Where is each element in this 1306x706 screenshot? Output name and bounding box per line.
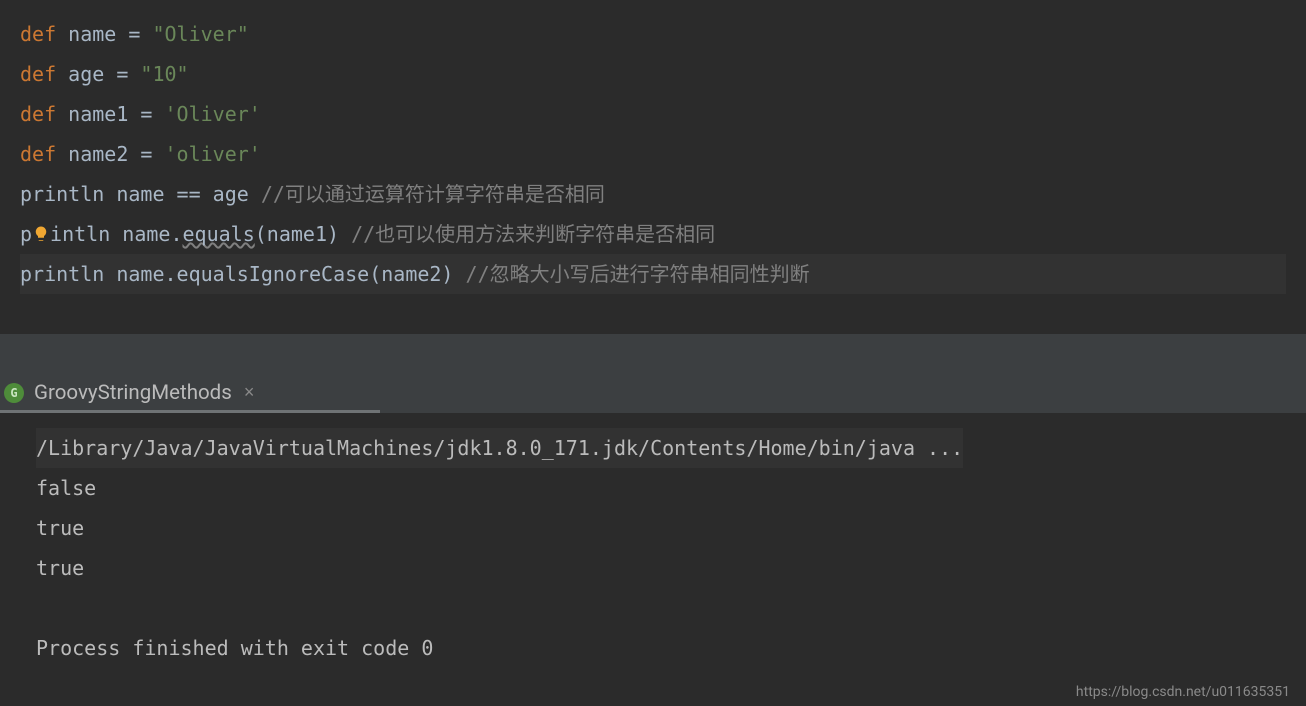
code-token: println name == age (20, 182, 261, 206)
code-token: name1 = (68, 102, 164, 126)
groovy-file-icon: G (4, 383, 24, 403)
code-token: println name.equalsIgnoreCase(name2) (20, 262, 466, 286)
code-line[interactable]: p intln name.equals(name1) //也可以使用方法来判断字符… (20, 214, 1286, 254)
code-line[interactable]: def name1 = 'Oliver' (20, 94, 1286, 134)
code-token: //忽略大小写后进行字符串相同性判断 (466, 262, 810, 286)
code-token: //也可以使用方法来判断字符串是否相同 (351, 222, 715, 246)
console-line (36, 588, 1270, 628)
panel-divider (0, 334, 1306, 372)
watermark-text: https://blog.csdn.net/u011635351 (1076, 684, 1290, 700)
console-line: true (36, 508, 1270, 548)
code-token: def (20, 102, 68, 126)
code-token: def (20, 22, 68, 46)
code-token: name = (68, 22, 152, 46)
code-token: //可以通过运算符计算字符串是否相同 (261, 182, 605, 206)
code-line[interactable]: def name = "Oliver" (20, 14, 1286, 54)
code-token: "10" (140, 62, 188, 86)
tab-underline (0, 410, 380, 413)
code-token: (name1) (255, 222, 351, 246)
code-token: 'Oliver' (165, 102, 261, 126)
code-token: 'oliver' (165, 142, 261, 166)
code-line[interactable]: def name2 = 'oliver' (20, 134, 1286, 174)
code-line[interactable]: println name == age //可以通过运算符计算字符串是否相同 (20, 174, 1286, 214)
console-command: /Library/Java/JavaVirtualMachines/jdk1.8… (36, 428, 963, 468)
intention-bulb-icon[interactable] (32, 216, 50, 234)
code-token: age = (68, 62, 140, 86)
code-line[interactable]: println name.equalsIgnoreCase(name2) //忽… (20, 254, 1286, 294)
code-token: intln name. (50, 222, 182, 246)
run-tab-bar: G GroovyStringMethods × (0, 372, 1306, 414)
code-token: p (20, 222, 32, 246)
code-token: name2 = (68, 142, 164, 166)
close-icon[interactable]: × (244, 382, 255, 403)
code-token: def (20, 142, 68, 166)
code-token: "Oliver" (152, 22, 248, 46)
console-output[interactable]: /Library/Java/JavaVirtualMachines/jdk1.8… (0, 414, 1306, 668)
console-line: true (36, 548, 1270, 588)
code-editor[interactable]: def name = "Oliver"def age = "10"def nam… (0, 0, 1306, 334)
console-line: Process finished with exit code 0 (36, 628, 1270, 668)
console-line: false (36, 468, 1270, 508)
run-tab-title[interactable]: GroovyStringMethods (34, 381, 232, 405)
code-token: def (20, 62, 68, 86)
code-line[interactable]: def age = "10" (20, 54, 1286, 94)
code-token: equals (183, 222, 255, 246)
